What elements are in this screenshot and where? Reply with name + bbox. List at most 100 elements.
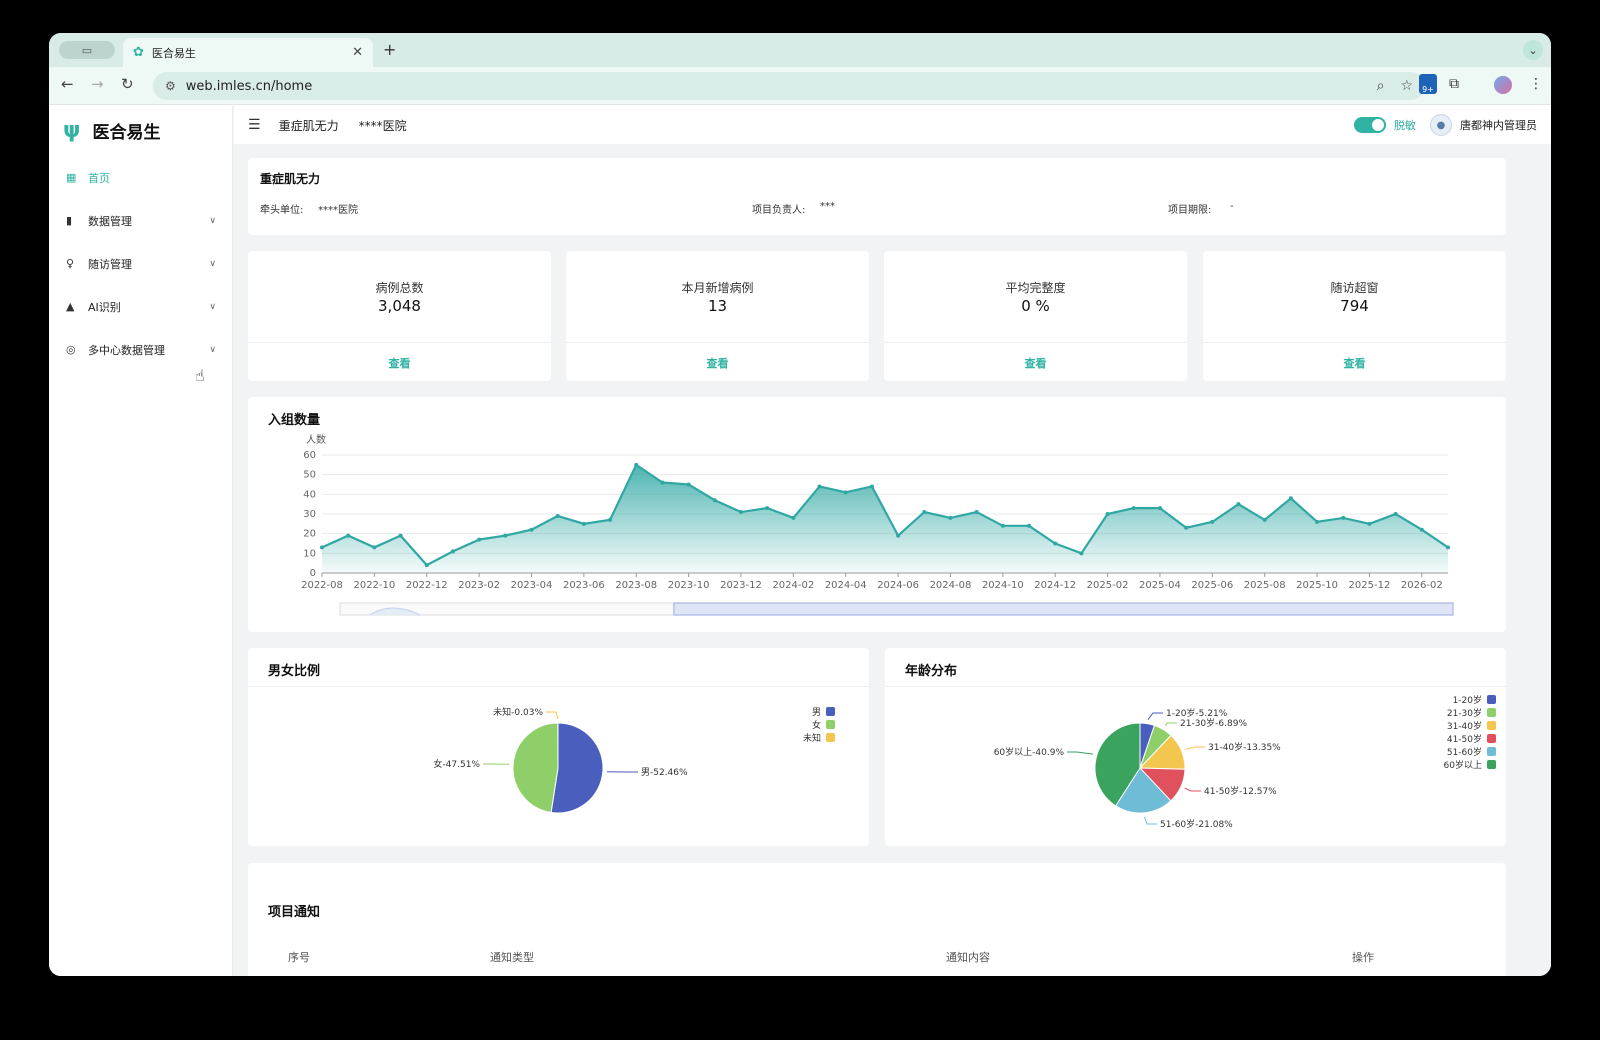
extensions-puzzle-icon[interactable]: ⧉ xyxy=(1449,76,1459,92)
browser-tab[interactable]: ✿ 医合易生 ✕ xyxy=(123,38,373,67)
forward-icon[interactable]: → xyxy=(91,75,104,93)
desensitize-toggle[interactable] xyxy=(1354,117,1386,133)
x-tick-label: 2022-12 xyxy=(406,580,448,591)
x-tick-label: 2025-12 xyxy=(1349,580,1391,591)
side-menu: ▦ 首页 ▮ 数据管理 ∨ ♀ 随访管理 ∨ ▲ AI识别 ∨ ◎ 多中心数据管… xyxy=(49,156,232,371)
menu-item-multicenter[interactable]: ◎ 多中心数据管理 ∨ xyxy=(49,328,232,371)
x-tick-label: 2023-12 xyxy=(720,580,762,591)
data-point xyxy=(1157,506,1162,511)
stat-value: 794 xyxy=(1340,297,1369,315)
legend-label: 1-20岁 xyxy=(1453,694,1482,706)
user-avatar[interactable]: ● xyxy=(1430,114,1452,136)
data-point xyxy=(398,533,403,538)
tab-list-chevron-icon[interactable]: ⌄ xyxy=(1523,40,1543,60)
x-tick-label: 2025-08 xyxy=(1244,580,1286,591)
data-point xyxy=(843,490,848,495)
label-leader xyxy=(1067,751,1094,755)
close-tab-icon[interactable]: ✕ xyxy=(352,45,363,60)
stat-divider xyxy=(884,342,1187,343)
follow-up-icon: ♀ xyxy=(66,257,75,270)
reload-icon[interactable]: ↻ xyxy=(121,75,134,93)
legend-label: 41-50岁 xyxy=(1447,733,1482,745)
x-tick-label: 2024-06 xyxy=(877,580,919,591)
legend-label: 男 xyxy=(812,707,821,718)
stat-divider xyxy=(566,342,869,343)
data-point xyxy=(372,545,377,550)
stat-card-overdue: 随访超窗 794 查看 xyxy=(1203,251,1506,381)
x-tick-label: 2025-06 xyxy=(1191,580,1233,591)
menu-item-ai[interactable]: ▲ AI识别 ∨ xyxy=(49,285,232,328)
data-point xyxy=(1105,512,1110,516)
menu-fold-icon[interactable]: ☰ xyxy=(248,117,261,133)
data-point xyxy=(1367,521,1372,526)
x-tick-label: 2022-08 xyxy=(301,580,343,591)
x-tick-label: 2025-10 xyxy=(1296,580,1338,591)
data-point xyxy=(1393,512,1398,516)
data-label: 51-60岁-21.08% xyxy=(1160,818,1233,830)
view-link[interactable]: 查看 xyxy=(1203,355,1506,371)
view-link[interactable]: 查看 xyxy=(884,355,1187,371)
data-point xyxy=(1341,515,1346,520)
zoom-icon[interactable]: ⌕ xyxy=(1377,78,1385,94)
owner-label: 项目负责人: xyxy=(752,205,806,216)
data-point xyxy=(974,510,979,515)
view-link[interactable]: 查看 xyxy=(248,355,551,371)
desensitize-label: 脱敏 xyxy=(1394,119,1416,132)
legend-swatch xyxy=(826,733,835,742)
x-tick-label: 2023-02 xyxy=(458,580,500,591)
legend-label: 31-40岁 xyxy=(1447,720,1482,732)
notice-card: 项目通知 序号 通知类型 通知内容 操作 xyxy=(248,863,1506,976)
menu-item-home[interactable]: ▦ 首页 xyxy=(49,156,232,199)
notice-title: 项目通知 xyxy=(268,905,321,920)
user-name[interactable]: 唐都神内管理员 xyxy=(1460,117,1537,133)
data-point xyxy=(503,533,508,538)
site-info-icon[interactable]: ⚙ xyxy=(165,79,176,93)
legend-label: 60岁以上 xyxy=(1444,759,1482,771)
profile-avatar-icon[interactable] xyxy=(1494,76,1512,94)
stat-label: 平均完整度 xyxy=(1005,281,1066,295)
sidebar: ψ 医合易生 ▦ 首页 ▮ 数据管理 ∨ ♀ 随访管理 ∨ ▲ AI识别 ∨ ◎… xyxy=(49,106,233,976)
new-tab-icon[interactable]: + xyxy=(383,40,396,59)
header-hospital[interactable]: ****医院 xyxy=(359,117,407,134)
data-point xyxy=(922,510,927,515)
lead-unit-label: 牵头单位: xyxy=(260,205,304,216)
data-point xyxy=(738,510,743,515)
bookmark-star-icon[interactable]: ☆ xyxy=(1400,78,1413,94)
extension-badge-icon[interactable]: 9+ xyxy=(1419,74,1437,94)
data-point xyxy=(1236,502,1241,507)
browser-menu-icon[interactable]: ⋮ xyxy=(1529,76,1543,92)
url-field[interactable]: ⚙ web.imles.cn/home ⌕ ☆ xyxy=(153,72,1425,100)
legend-swatch xyxy=(826,707,835,716)
x-tick-label: 2024-10 xyxy=(982,580,1024,591)
app: ψ 医合易生 ▦ 首页 ▮ 数据管理 ∨ ♀ 随访管理 ∨ ▲ AI识别 ∨ ◎… xyxy=(49,106,1551,976)
x-tick-label: 2024-08 xyxy=(930,580,972,591)
data-point xyxy=(791,515,796,520)
data-point xyxy=(346,533,351,538)
logo[interactable]: ψ 医合易生 xyxy=(63,118,160,143)
col-type: 通知类型 xyxy=(490,951,534,964)
x-tick-label: 2024-04 xyxy=(825,580,867,591)
x-tick-label: 2023-06 xyxy=(563,580,605,591)
col-index: 序号 xyxy=(288,951,310,964)
menu-item-data[interactable]: ▮ 数据管理 ∨ xyxy=(49,199,232,242)
data-point xyxy=(1079,551,1084,556)
data-point xyxy=(1262,517,1267,522)
legend-label: 女 xyxy=(812,719,821,731)
stat-label: 本月新增病例 xyxy=(681,281,754,295)
view-link[interactable]: 查看 xyxy=(566,355,869,371)
tab-bar: ▭ ✿ 医合易生 ✕ + ⌄ xyxy=(49,33,1551,67)
y-tick-label: 10 xyxy=(303,548,316,559)
back-icon[interactable]: ← xyxy=(61,75,74,93)
header-project[interactable]: 重症肌无力 xyxy=(279,117,339,134)
legend-swatch xyxy=(1487,695,1496,704)
stat-divider xyxy=(248,342,551,343)
legend-swatch xyxy=(1487,734,1496,743)
menu-item-followup[interactable]: ♀ 随访管理 ∨ xyxy=(49,242,232,285)
project-info-card: 重症肌无力 牵头单位: ****医院 项目负责人: *** 项目期限: - xyxy=(248,158,1506,235)
tab-search-icon[interactable]: ▭ xyxy=(59,41,115,59)
x-tick-label: 2023-04 xyxy=(511,580,553,591)
top-header: ☰ 重症肌无力 ****医院 脱敏 ● 唐都神内管理员 xyxy=(234,106,1551,144)
data-label: 男-52.46% xyxy=(641,767,688,778)
label-leader xyxy=(1143,816,1157,825)
pie-slice xyxy=(512,722,559,814)
